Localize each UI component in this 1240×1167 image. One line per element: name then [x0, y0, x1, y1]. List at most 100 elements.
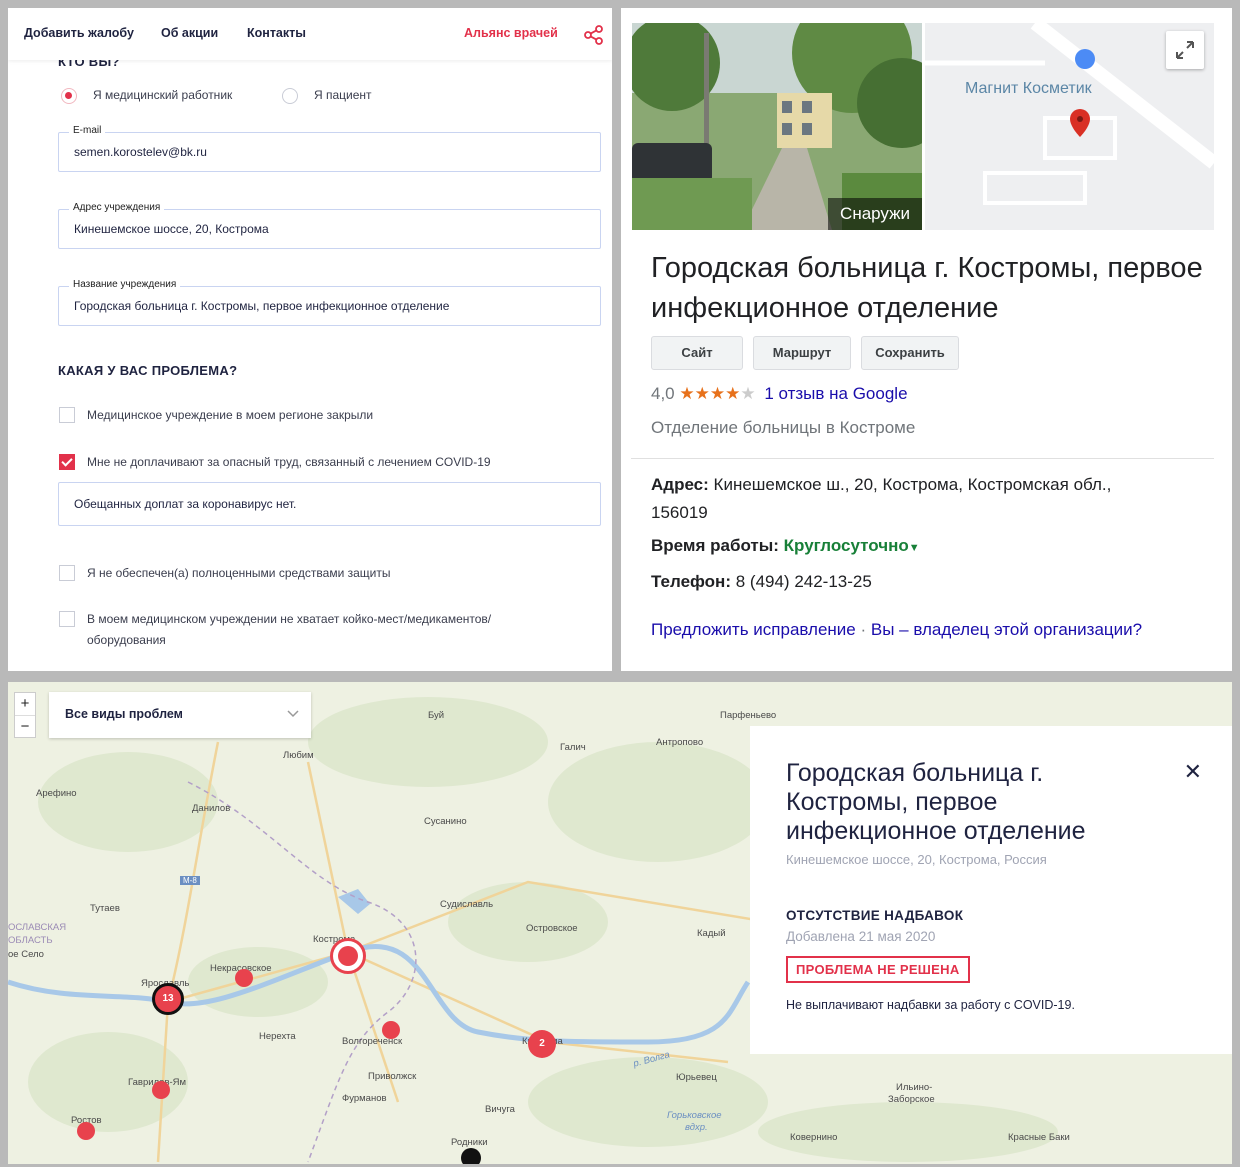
chevron-down-icon[interactable]: ▼ [909, 542, 920, 554]
map-label: Заборское [888, 1094, 935, 1105]
zoom-controls: + − [14, 692, 36, 738]
nav-add-complaint[interactable]: Добавить жалобу [24, 26, 134, 40]
selected-marker[interactable] [330, 938, 366, 974]
map-label: Парфеньево [720, 710, 777, 721]
map-label: Любим [283, 750, 314, 761]
address-field[interactable]: Адрес учреждения Кинешемское шоссе, 20, … [58, 202, 601, 249]
email-label: E-mail [69, 125, 106, 136]
status-badge: ПРОБЛЕМА НЕ РЕШЕНА [786, 956, 970, 983]
map-label: Островское [526, 923, 578, 934]
top-nav: Добавить жалобу Об акции Контакты Альянс… [8, 8, 612, 60]
star-icons-filled: ★★★★ [679, 384, 741, 403]
radio-patient[interactable] [282, 88, 298, 104]
map-label: Антропово [656, 737, 704, 748]
problem-comment-field[interactable]: Обещанных доплат за коронавирус нет. [58, 482, 601, 526]
place-category: Отделение больницы в Костроме [651, 418, 916, 437]
checkbox-protection[interactable] [59, 565, 75, 581]
checkbox-unpaid-label: Мне не доплачивают за опасный труд, связ… [87, 455, 491, 469]
checkbox-closed[interactable] [59, 407, 75, 423]
footer-links: Предложить исправление · Вы – владелец э… [651, 620, 1142, 640]
map-label: Галич [560, 742, 586, 753]
popup-title: Городская больница г. Костромы, первое и… [786, 759, 1086, 845]
save-button[interactable]: Сохранить [861, 336, 959, 370]
map-label: Приволжск [368, 1071, 417, 1082]
nav-about[interactable]: Об акции [161, 26, 218, 40]
region-label: ОБЛАСТЬ [8, 935, 53, 946]
nav-alliance[interactable]: Альянс врачей [464, 26, 558, 40]
email-value: semen.korostelev@bk.ru [74, 145, 207, 159]
map-label: Буй [428, 710, 445, 721]
owner-link[interactable]: Вы – владелец этой организации? [871, 620, 1142, 639]
institution-field[interactable]: Название учреждения Городская больница г… [58, 279, 601, 326]
address-value-2: 156019 [651, 503, 708, 522]
map-label: Юрьевец [676, 1072, 717, 1083]
rating-value: 4,0 [651, 384, 675, 403]
nav-contacts[interactable]: Контакты [247, 26, 306, 40]
share-icon[interactable] [583, 24, 605, 46]
popup-added-date: Добавлена 21 мая 2020 [786, 929, 936, 944]
hours-value[interactable]: Круглосуточно [784, 536, 909, 555]
map-label: Нерехта [259, 1031, 296, 1042]
close-icon[interactable]: ✕ [1184, 759, 1202, 785]
address-label: Адрес учреждения [69, 202, 165, 213]
map-label: Красные Баки [1008, 1132, 1070, 1143]
map-label: Вичуга [485, 1104, 515, 1115]
map-label: Кадый [697, 928, 726, 939]
zoom-in-button[interactable]: + [15, 693, 35, 716]
rating-row: 4,0 ★★★★★ 1 отзыв на Google [651, 384, 908, 404]
problems-map[interactable]: + − Все виды проблем Буй Парфеньево Антр… [8, 682, 1232, 1164]
address-key: Адрес: [651, 475, 709, 494]
street-view-photo[interactable]: Снаружи [632, 23, 922, 230]
checkbox-unpaid[interactable] [59, 454, 75, 470]
route-button[interactable]: Маршрут [753, 336, 851, 370]
checkbox-beds-label: В моем медицинском учреждении не хватает… [87, 612, 492, 626]
checkbox-closed-label: Медицинское учреждение в моем регионе за… [87, 408, 374, 422]
map-label: Тутаев [90, 903, 120, 914]
map-label: Ильино- [896, 1082, 933, 1093]
radio-medical-worker[interactable] [61, 88, 77, 104]
hours-key: Время работы: [651, 536, 779, 555]
problem-title: КАКАЯ У ВАС ПРОБЛЕМА? [58, 363, 238, 378]
star-icon-empty: ★ [740, 384, 756, 403]
checkbox-beds[interactable] [59, 611, 75, 627]
cluster-marker-partial[interactable] [461, 1148, 481, 1164]
cluster-marker-kineshma[interactable]: 2 [528, 1030, 556, 1058]
phone-key: Телефон: [651, 572, 731, 591]
map-label: Родники [451, 1137, 488, 1148]
reviews-link[interactable]: 1 отзыв на Google [764, 384, 907, 403]
problem-marker[interactable] [77, 1122, 95, 1140]
institution-label: Название учреждения [69, 279, 181, 290]
reservoir-label: вдхр. [685, 1122, 708, 1133]
problem-marker[interactable] [382, 1021, 400, 1039]
map-thumbnail[interactable]: Магнит Косметик [925, 23, 1214, 230]
site-button[interactable]: Сайт [651, 336, 743, 370]
suggest-edit-link[interactable]: Предложить исправление [651, 620, 856, 639]
problem-marker[interactable] [152, 1081, 170, 1099]
radio-medical-worker-label: Я медицинский работник [93, 88, 233, 102]
region-label: ОСЛАВСКАЯ [8, 922, 67, 933]
map-label: Судиславль [440, 899, 494, 910]
map-label: Ковернино [790, 1132, 838, 1143]
cluster-marker-yaroslavl[interactable]: 13 [152, 983, 184, 1015]
map-label: Данилов [192, 803, 231, 814]
place-title: Городская больница г. Костромы, первое и… [651, 252, 1203, 324]
checkbox-beds-label-2: оборудования [87, 633, 166, 647]
hours-row: Время работы: Круглосуточно▼ [651, 536, 920, 556]
problem-marker[interactable] [235, 969, 253, 987]
zoom-out-button[interactable]: − [15, 716, 35, 738]
problem-filter-value: Все виды проблем [65, 707, 183, 721]
popup-address: Кинешемское шоссе, 20, Кострома, Россия [786, 852, 1047, 867]
problem-filter-select[interactable]: Все виды проблем [49, 692, 311, 738]
map-label: Арефино [36, 788, 77, 799]
divider [631, 458, 1214, 459]
link-separator: · [860, 620, 867, 639]
email-field[interactable]: E-mail semen.korostelev@bk.ru [58, 125, 601, 172]
problem-comment-value: Обещанных доплат за коронавирус нет. [74, 497, 297, 511]
address-value: Кинешемское шоссе, 20, Кострома [74, 222, 269, 236]
map-poi-label: Магнит Косметик [965, 80, 1092, 97]
expand-icon[interactable] [1166, 31, 1204, 69]
phone-value[interactable]: 8 (494) 242-13-25 [736, 572, 872, 591]
photo-outside-label: Снаружи [828, 198, 922, 230]
google-place-card: Снаружи Магнит Косметик Городская больни… [621, 8, 1232, 671]
map-label: Фурманов [342, 1093, 387, 1104]
